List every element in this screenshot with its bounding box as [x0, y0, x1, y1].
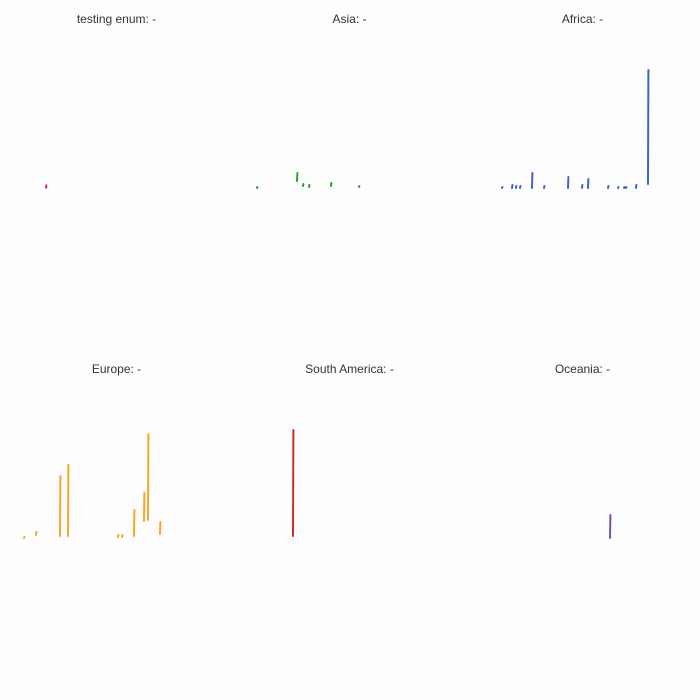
- plot-area: [256, 172, 361, 189]
- plot-area: [609, 514, 612, 539]
- plot-area: [45, 184, 48, 189]
- chart-figure: testing enum: - Asia: - Africa: - Europe…: [0, 0, 700, 700]
- panel-testing-enum: testing enum: -: [0, 0, 233, 350]
- plot-area: [23, 433, 162, 539]
- panel-oceania: Oceania: -: [466, 350, 699, 700]
- panel-europe: Europe: -: [0, 350, 233, 700]
- panel-africa: Africa: -: [466, 0, 699, 350]
- plot-area: [292, 429, 295, 537]
- plot-area: [501, 69, 650, 189]
- panel-south-america: South America: -: [233, 350, 466, 700]
- panel-asia: Asia: -: [233, 0, 466, 350]
